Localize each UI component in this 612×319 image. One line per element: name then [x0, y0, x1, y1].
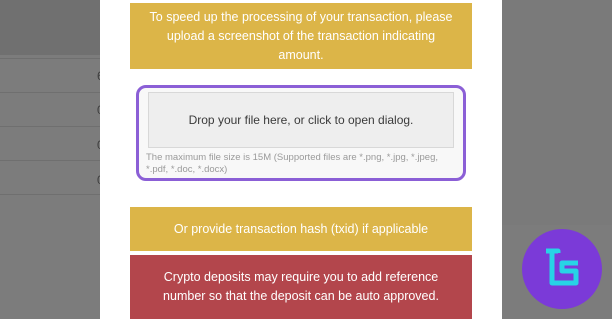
dropzone-label: Drop your file here, or click to open di…: [188, 113, 414, 127]
txid-notice-banner: Or provide transaction hash (txid) if ap…: [130, 207, 472, 251]
deposit-modal: To speed up the processing of your trans…: [100, 0, 502, 319]
reference-warning-text: Crypto deposits may require you to add r…: [163, 270, 439, 303]
backdrop-row: [0, 160, 100, 195]
file-dropzone[interactable]: Drop your file here, or click to open di…: [148, 92, 454, 148]
upload-notice-text: To speed up the processing of your trans…: [149, 9, 453, 62]
upload-notice-banner: To speed up the processing of your trans…: [130, 3, 472, 69]
backdrop-right-panel: [502, 0, 612, 225]
backdrop-row: [0, 58, 100, 93]
file-size-help: The maximum file size is 15M (Supported …: [146, 152, 438, 175]
backdrop-row: [0, 194, 100, 229]
brand-logo-icon: [522, 229, 602, 309]
txid-notice-text: Or provide transaction hash (txid) if ap…: [173, 222, 429, 236]
reference-warning-banner: Crypto deposits may require you to add r…: [130, 255, 472, 319]
backdrop-row: [0, 126, 100, 161]
upload-highlight-frame: Drop your file here, or click to open di…: [136, 85, 466, 181]
backdrop-row: [0, 92, 100, 127]
